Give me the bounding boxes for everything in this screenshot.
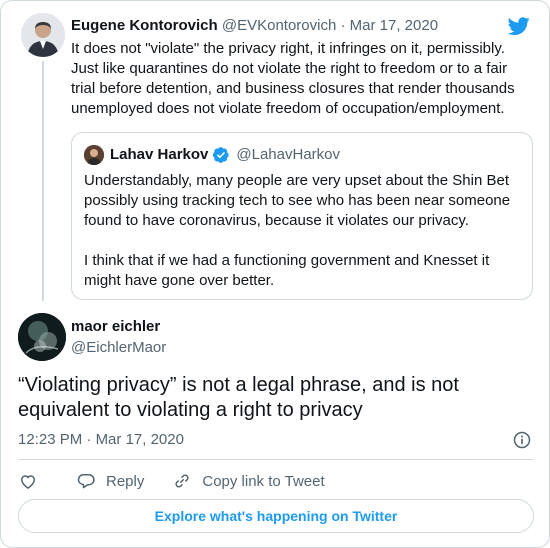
tweet-actions: Reply Copy link to Tweet xyxy=(18,469,353,493)
speech-bubble-icon xyxy=(77,474,95,489)
parent-handle[interactable]: @EVKontorovich xyxy=(222,17,336,34)
verified-badge-icon xyxy=(213,147,230,163)
quoted-display-name: Lahav Harkov xyxy=(110,146,209,163)
avatar-eugene-kontorovich[interactable] xyxy=(21,13,65,57)
tweet-meta-separator: · xyxy=(86,431,92,448)
tweet-time: 12:23 PM xyxy=(18,431,83,448)
parent-date[interactable]: Mar 17, 2020 xyxy=(350,17,438,34)
main-handle[interactable]: @EichlerMaor xyxy=(71,338,166,358)
heart-icon xyxy=(21,475,35,489)
thread-connector-line xyxy=(42,61,44,301)
embedded-tweet-card: Eugene Kontorovich @EVKontorovich · Mar … xyxy=(0,0,550,548)
like-button[interactable] xyxy=(18,471,48,491)
tweet-timestamp[interactable]: 12:23 PM · Mar 17, 2020 xyxy=(18,430,184,450)
parent-tweet-header: Eugene Kontorovich @EVKontorovich · Mar … xyxy=(71,16,438,36)
quoted-tweet-text: Understandably, many people are very ups… xyxy=(84,171,520,291)
quoted-paragraph: I think that if we had a functioning gov… xyxy=(84,252,490,289)
divider xyxy=(18,459,534,460)
quoted-paragraph: Understandably, many people are very ups… xyxy=(84,172,511,229)
explore-twitter-button[interactable]: Explore what's happening on Twitter xyxy=(18,499,534,533)
avatar-maor-eichler[interactable] xyxy=(18,313,66,361)
twitter-bird-icon[interactable] xyxy=(507,15,531,37)
parent-display-name[interactable]: Eugene Kontorovich xyxy=(71,17,218,34)
quoted-handle: @LahavHarkov xyxy=(236,146,340,163)
main-tweet-text: “Violating privacy” is not a legal phras… xyxy=(18,374,459,421)
parent-tweet-text: It does not "violate" the privacy right,… xyxy=(71,40,515,117)
quoted-tweet-header: Lahav Harkov @LahavHarkov xyxy=(110,145,340,165)
reply-label: Reply xyxy=(106,472,145,490)
reply-button[interactable]: Reply xyxy=(76,471,144,491)
main-display-name[interactable]: maor eichler xyxy=(71,317,160,337)
quoted-tweet[interactable]: Lahav Harkov @LahavHarkov Understandably… xyxy=(71,132,533,300)
copy-link-label: Copy link to Tweet xyxy=(202,472,325,490)
info-icon[interactable] xyxy=(512,430,532,450)
tweet-date: Mar 17, 2020 xyxy=(95,431,184,448)
avatar-lahav-harkov xyxy=(84,145,104,165)
copy-link-button[interactable]: Copy link to Tweet xyxy=(172,471,325,491)
link-icon xyxy=(175,474,189,488)
parent-separator: · xyxy=(340,17,346,34)
